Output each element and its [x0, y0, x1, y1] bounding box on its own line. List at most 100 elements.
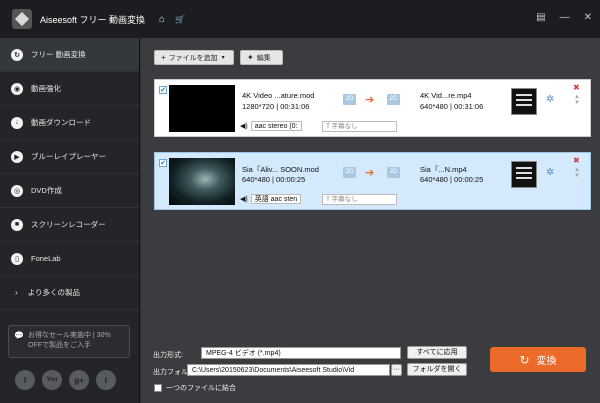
move-down-icon[interactable]: ▼: [574, 173, 580, 179]
subtitle-select[interactable]: T 字幕なし: [322, 194, 397, 205]
add-file-label: ファイルを追加: [168, 54, 218, 62]
source-filename: Sia『Aliv... SOON.mod: [242, 165, 319, 174]
youtube-icon[interactable]: You: [42, 370, 62, 390]
video-thumbnail: [169, 158, 235, 205]
cart-icon[interactable]: 🛒: [175, 15, 185, 24]
output-device-icon[interactable]: [511, 161, 537, 188]
sidebar-item-label: フリー 動画変換: [31, 50, 86, 59]
audio-track-value: aac stereo (0:: [250, 121, 302, 131]
output-format-select[interactable]: MPEG-4 ビデオ (*.mp4): [201, 347, 401, 359]
social-links: f You g+ t: [15, 370, 116, 390]
sidebar-item-video-enhance[interactable]: ◉ 動画強化: [0, 72, 139, 106]
edit-icon: ✦: [247, 53, 254, 62]
settings-gear-icon[interactable]: ✲: [546, 167, 554, 178]
add-file-button[interactable]: + ファイルを追加 ▾: [154, 50, 234, 65]
subtitle-select[interactable]: T 字幕なし: [322, 121, 397, 132]
apply-to-all-button[interactable]: すべてに応用: [407, 346, 467, 359]
audio-track-select[interactable]: ◀) 英語 aac sten: [240, 194, 302, 204]
sidebar-item-label: 動画ダウンロード: [31, 118, 91, 127]
sidebar-item-video-download[interactable]: ↓ 動画ダウンロード: [0, 106, 139, 140]
arrow-right-icon: ➔: [365, 167, 375, 179]
promo-text: お得なセール実施中 | 30% OFFで製品をご入手: [27, 332, 111, 349]
minimize-icon[interactable]: —: [560, 12, 570, 23]
source-filename: 4K Video ...ature.mod: [242, 91, 315, 100]
output-meta: 640*480 | 00:31:06: [420, 102, 484, 111]
merge-files-checkbox[interactable]: 一つのファイルに結合: [154, 383, 236, 393]
source-2d-badge[interactable]: 2D: [343, 167, 356, 178]
sidebar-item-fonelab[interactable]: ▯ FoneLab: [0, 242, 139, 276]
output-2d-badge[interactable]: 2D: [387, 167, 400, 178]
sidebar-item-label: より多くの製品: [27, 288, 81, 297]
app-title: Aiseesoft フリー 動画変換: [40, 14, 146, 25]
add-file-icon: +: [161, 53, 166, 62]
sidebar-item-bluray-player[interactable]: ▶ ブルーレイプレーヤー: [0, 140, 139, 174]
arrow-right-icon: ➔: [365, 94, 375, 106]
speaker-icon: ◀): [240, 123, 248, 130]
merge-label: 一つのファイルに結合: [166, 385, 236, 392]
sidebar: ↻ フリー 動画変換 ◉ 動画強化 ↓ 動画ダウンロード ▶ ブルーレイプレーヤ…: [0, 38, 140, 403]
sidebar-item-label: FoneLab: [31, 254, 61, 263]
browse-folder-button[interactable]: ···: [391, 364, 402, 376]
video-thumbnail: [169, 85, 235, 132]
sidebar-item-label: スクリーンレコーダー: [31, 220, 106, 229]
remove-file-icon[interactable]: ✖: [573, 156, 580, 165]
disc-icon: ◎: [11, 184, 23, 197]
phone-icon: ▯: [11, 252, 23, 265]
sidebar-item-screen-recorder[interactable]: ■ スクリーンレコーダー: [0, 208, 139, 242]
twitter-icon[interactable]: t: [96, 370, 116, 390]
source-2d-badge[interactable]: 2D: [343, 94, 356, 105]
file-row[interactable]: ✔ Sia『Aliv... SOON.mod 640*480 | 00:00:2…: [154, 152, 591, 210]
convert-button[interactable]: ↻ 変換: [490, 347, 586, 372]
sidebar-item-video-converter[interactable]: ↻ フリー 動画変換: [0, 38, 139, 72]
file-checkbox[interactable]: ✔: [159, 159, 167, 167]
output-meta: 640*480 | 00:00:25: [420, 175, 484, 184]
window-controls: ▤ — ✕: [536, 12, 592, 23]
chat-icon: 💬: [14, 331, 24, 340]
play-icon: ▶: [11, 150, 23, 163]
download-icon: ↓: [11, 116, 23, 129]
file-row[interactable]: ✔ 4K Video ...ature.mod 1280*720 | 00:31…: [154, 79, 591, 137]
output-2d-badge[interactable]: 2D: [387, 94, 400, 105]
subtitle-icon: T: [326, 123, 330, 130]
home-icon[interactable]: ⌂: [159, 14, 165, 25]
sidebar-item-more-products[interactable]: › より多くの製品: [0, 276, 139, 310]
output-format-label: 出力形式:: [153, 352, 183, 359]
remove-file-icon[interactable]: ✖: [573, 83, 580, 92]
subtitle-value: 字幕なし: [331, 123, 358, 130]
file-checkbox[interactable]: ✔: [159, 86, 167, 94]
output-device-icon[interactable]: [511, 88, 537, 115]
toolbar: + ファイルを追加 ▾ ✦ 編集: [154, 50, 283, 65]
close-icon[interactable]: ✕: [584, 12, 592, 23]
enhance-icon: ◉: [11, 82, 23, 95]
open-folder-button[interactable]: フォルダを開く: [407, 363, 467, 376]
menu-icon[interactable]: ▤: [536, 12, 545, 23]
sidebar-item-label: 動画強化: [31, 84, 61, 93]
convert-icon: ↻: [11, 48, 23, 61]
edit-button[interactable]: ✦ 編集: [240, 50, 283, 65]
settings-gear-icon[interactable]: ✲: [546, 94, 554, 105]
convert-icon: ↻: [519, 352, 530, 367]
source-meta: 640*480 | 00:00:25: [242, 175, 306, 184]
chevron-down-icon: ▾: [221, 55, 225, 61]
title-bar: Aiseesoft フリー 動画変換 ⌂ 🛒 ▤ — ✕: [0, 0, 600, 38]
audio-track-select[interactable]: ◀) aac stereo (0:: [240, 121, 302, 131]
output-folder-field[interactable]: C:\Users\20150623\Documents\Aiseesoft St…: [187, 364, 390, 376]
output-settings-bar: 出力形式: MPEG-4 ビデオ (*.mp4) すべてに応用 出力フォルダ: …: [141, 338, 600, 403]
merge-checkbox-box[interactable]: [154, 384, 162, 392]
move-down-icon[interactable]: ▼: [574, 100, 580, 106]
output-filename: 4K Vid...re.mp4: [420, 91, 472, 100]
speaker-icon: ◀): [240, 196, 248, 203]
sidebar-item-label: DVD作成: [31, 186, 62, 195]
source-meta: 1280*720 | 00:31:06: [242, 102, 310, 111]
subtitle-icon: T: [326, 196, 330, 203]
sidebar-item-label: ブルーレイプレーヤー: [31, 152, 106, 161]
promo-banner[interactable]: 💬 お得なセール実施中 | 30% OFFで製品をご入手: [8, 325, 130, 358]
facebook-icon[interactable]: f: [15, 370, 35, 390]
chevron-right-icon: ›: [15, 288, 18, 297]
camera-icon: ■: [11, 218, 23, 231]
edit-label: 編集: [256, 54, 271, 62]
google-plus-icon[interactable]: g+: [69, 370, 89, 390]
subtitle-value: 字幕なし: [331, 196, 358, 203]
sidebar-item-dvd-creator[interactable]: ◎ DVD作成: [0, 174, 139, 208]
audio-track-value: 英語 aac sten: [250, 194, 302, 204]
